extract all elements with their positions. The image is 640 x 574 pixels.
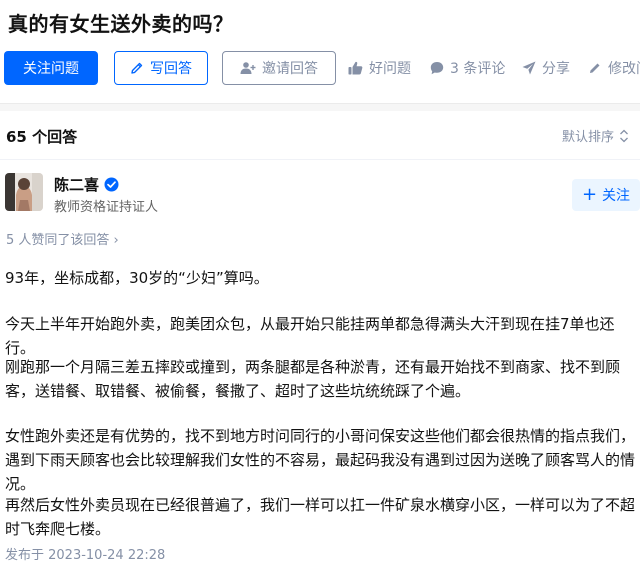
- author-name-row[interactable]: 陈二喜: [54, 174, 119, 195]
- sort-dropdown[interactable]: 默认排序: [562, 126, 629, 145]
- follow-author-button[interactable]: + 关注: [572, 179, 640, 211]
- chevron-right-icon: ›: [113, 233, 119, 248]
- question-title[interactable]: 真的有女生送外卖的吗？: [8, 8, 234, 37]
- edit-question-label: 修改问: [608, 61, 640, 77]
- publish-time[interactable]: 发布于 2023-10-24 22:28: [5, 544, 165, 563]
- share-label: 分享: [542, 61, 570, 77]
- follow-question-button[interactable]: 关注问题: [4, 51, 98, 85]
- follow-author-label: 关注: [602, 188, 631, 204]
- author-avatar[interactable]: [5, 173, 43, 211]
- answer-paragraph: 93年，坐标成都，30岁的“少妇”算吗。: [5, 269, 269, 287]
- write-answer-label: 写回答: [150, 61, 192, 77]
- question-header: 真的有女生送外卖的吗？ 关注问题 写回答 邀请回答 好问题 3 条评论 分享 修…: [0, 0, 640, 104]
- good-question-button[interactable]: 好问题: [348, 51, 411, 85]
- answer-count: 65 个回答: [6, 128, 78, 146]
- answer-paragraph: 今天上半年开始跑外卖，跑美团众包，从最开始只能挂两单都急得满头大汗到现在挂7单也…: [5, 315, 615, 357]
- author-bio: 教师资格证持证人: [54, 200, 159, 215]
- answer-paragraph: 再然后女性外卖员现在已经很普遍了，我们一样可以扛一件矿泉水横穿小区，一样可以为了…: [5, 496, 636, 538]
- comment-bubble-icon: [430, 62, 444, 75]
- answer-paragraph: 刚跑那一个月隔三差五摔跤或撞到，两条腿都是各种淤青，还有最开始找不到商家、找不到…: [5, 358, 621, 400]
- question-actions: 关注问题 写回答 邀请回答 好问题 3 条评论 分享 修改: [0, 51, 640, 85]
- sort-label: 默认排序: [562, 130, 615, 145]
- write-answer-button[interactable]: 写回答: [114, 51, 208, 85]
- comments-label: 3 条评论: [450, 61, 506, 77]
- answers-section: 65 个回答 默认排序 陈二喜 教师资格证持证人 + 关注 5 人赞同了该回答: [0, 111, 640, 574]
- comments-button[interactable]: 3 条评论: [430, 51, 505, 85]
- verified-badge-icon: [104, 177, 119, 192]
- edit-pencil-icon: [590, 63, 600, 73]
- answer-paragraph: 女性跑外卖还是有优势的，找不到地方时问同行的小哥问保安这些他们都会很热情的指点我…: [5, 427, 636, 493]
- thumbs-up-icon: [348, 61, 363, 75]
- invite-user-icon: [240, 62, 256, 74]
- good-question-label: 好问题: [369, 61, 411, 77]
- share-icon: [522, 61, 536, 75]
- follow-question-label: 关注问题: [23, 61, 79, 77]
- author-name[interactable]: 陈二喜: [54, 174, 99, 195]
- share-button[interactable]: 分享: [522, 51, 570, 85]
- plus-icon: +: [581, 184, 598, 205]
- pencil-icon: [131, 62, 143, 74]
- invite-answer-button[interactable]: 邀请回答: [222, 51, 336, 85]
- invite-answer-label: 邀请回答: [262, 61, 318, 77]
- edit-question-button[interactable]: 修改问: [588, 51, 640, 85]
- upvote-text: 5 人赞同了该回答: [6, 233, 110, 248]
- sort-toggle-icon: [620, 129, 628, 142]
- divider: [0, 159, 640, 160]
- upvote-count-link[interactable]: 5 人赞同了该回答 ›: [6, 229, 119, 248]
